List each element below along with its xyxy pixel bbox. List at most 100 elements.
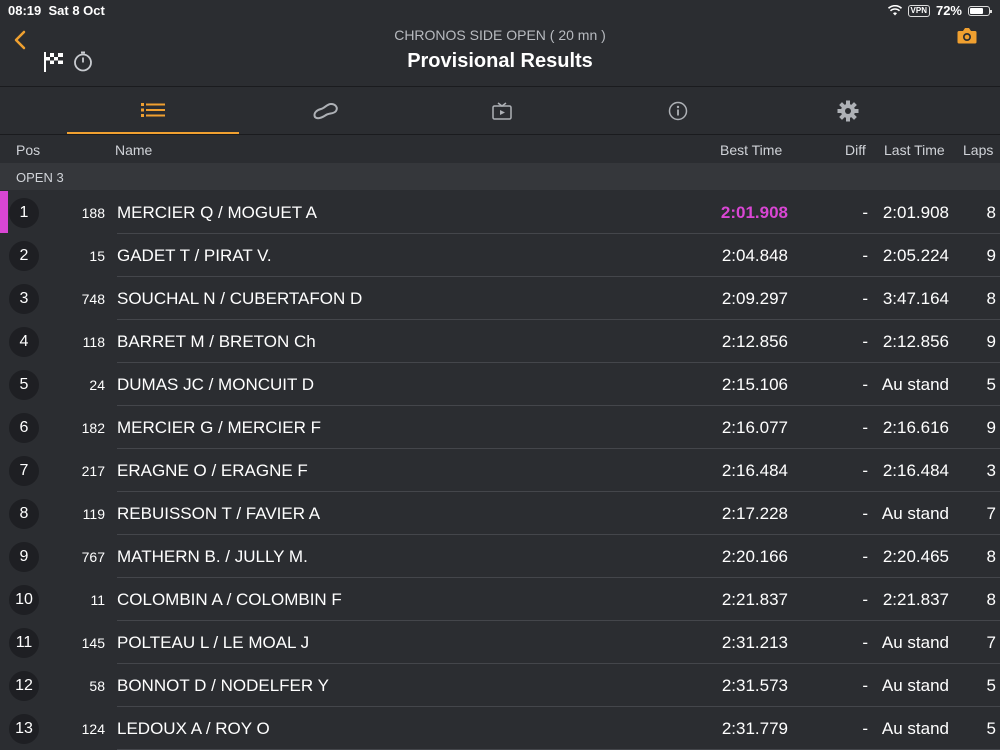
- position-badge: 2: [9, 241, 39, 271]
- column-headers: Pos Name Best Time Diff Last Time Laps: [0, 135, 1000, 163]
- vpn-badge: VPN: [907, 4, 930, 17]
- driver-names: MERCIER Q / MOGUET A: [117, 203, 317, 222]
- table-row[interactable]: 9 767 MATHERN B. / JULLY M. 2:20.166 -2:20.4…: [0, 535, 1000, 578]
- kart-number: 217: [81, 463, 105, 479]
- kart-number: 118: [82, 334, 105, 350]
- col-best-time: Best Time: [720, 142, 783, 158]
- laps: 8: [986, 590, 996, 609]
- group-label: OPEN 3: [16, 170, 64, 185]
- position-badge: 10: [9, 585, 39, 615]
- table-row[interactable]: 7 217 ERAGNE O / ERAGNE F 2:16.484-2:16.484…: [0, 449, 1000, 492]
- diff: -: [862, 633, 868, 652]
- results-list: 1 188 MERCIER Q / MOGUET A 2:01.908-2:01.90…: [0, 191, 1000, 750]
- last-time: 2:20.465: [882, 547, 949, 566]
- table-row[interactable]: 6 182 MERCIER G / MERCIER F 2:16.077 -2:16.6…: [0, 406, 1000, 449]
- last-time: Au stand: [881, 504, 949, 523]
- diff: -: [862, 590, 868, 609]
- group-header: OPEN 3: [0, 163, 1000, 190]
- diff: -: [862, 246, 868, 265]
- status-bar: 08:19 Sat 8 Oct VPN 72%: [0, 0, 1000, 20]
- table-row[interactable]: 10 11 COLOMBIN A / COLOMBIN F 2:21.837-2:21…: [0, 578, 1000, 621]
- position-badge: 4: [9, 327, 39, 357]
- status-time: 08:19: [8, 3, 42, 18]
- last-time: 3:47.164: [882, 289, 949, 308]
- tab-info[interactable]: [592, 87, 764, 134]
- list-icon: [141, 102, 165, 117]
- best-time: 2:16.484: [721, 461, 788, 480]
- laps: 8: [986, 547, 996, 566]
- diff: -: [862, 719, 868, 738]
- kart-number: 119: [82, 506, 105, 522]
- table-row[interactable]: 11 145 POLTEAU L / LE MOAL J 2:31.213 - Au st…: [0, 621, 1000, 664]
- position-badge: 5: [9, 370, 39, 400]
- diff: -: [862, 504, 868, 523]
- position-badge: 8: [9, 499, 39, 529]
- tab-track[interactable]: [240, 87, 412, 134]
- status-time-date: 08:19 Sat 8 Oct: [8, 3, 105, 18]
- position-badge: 3: [9, 284, 39, 314]
- laps: 8: [986, 203, 996, 222]
- driver-names: BARRET M / BRETON Ch: [117, 332, 316, 351]
- kart-number: 15: [89, 248, 105, 264]
- table-row[interactable]: 5 24 DUMAS JC / MONCUIT D 2:15.106 - Au stand…: [0, 363, 1000, 406]
- col-laps: Laps: [963, 142, 994, 158]
- best-time: 2:15.106: [721, 375, 788, 394]
- fastest-lap-marker: [0, 191, 8, 233]
- table-row[interactable]: 3 748 SOUCHAL N / CUBERTAFON D 2:09.297 -3:4…: [0, 277, 1000, 320]
- position-badge: 13: [9, 714, 39, 744]
- page-title: Provisional Results: [407, 50, 593, 72]
- driver-names: SOUCHAL N / CUBERTAFON D: [117, 289, 363, 308]
- laps: 3: [986, 461, 996, 480]
- tab-results-list[interactable]: [67, 87, 239, 134]
- table-row[interactable]: 8 119 REBUISSON T / FAVIER A 2:17.228 - Au st…: [0, 492, 1000, 535]
- last-time: 2:16.616: [882, 418, 949, 437]
- col-pos: Pos: [16, 142, 41, 158]
- diff: -: [862, 203, 868, 222]
- tab-tv[interactable]: [416, 87, 588, 134]
- position-badge: 6: [9, 413, 39, 443]
- laps: 9: [986, 332, 996, 351]
- tv-icon: [492, 101, 512, 120]
- table-row[interactable]: 2 15 GADET T / PIRAT V. 2:04.848 -2:05.224 9: [0, 234, 1000, 277]
- driver-names: DUMAS JC / MONCUIT D: [117, 375, 315, 394]
- table-row[interactable]: 4 118 BARRET M / BRETON Ch 2:12.856-2:12.85…: [0, 320, 1000, 363]
- laps: 7: [986, 504, 996, 523]
- best-time: 2:01.908: [720, 203, 788, 222]
- diff: -: [862, 461, 868, 480]
- laps: 5: [986, 676, 996, 695]
- driver-names: MATHERN B. / JULLY M.: [117, 547, 308, 566]
- kart-number: 182: [81, 420, 105, 436]
- col-diff: Diff: [845, 142, 866, 158]
- laps: 5: [986, 375, 996, 394]
- battery-icon: [968, 5, 992, 16]
- kart-number: 24: [89, 377, 105, 393]
- tab-settings[interactable]: [762, 87, 934, 134]
- laps: 5: [986, 719, 996, 738]
- last-time: Au stand: [881, 676, 949, 695]
- best-time: 2:17.228: [721, 504, 788, 523]
- last-time: 2:05.224: [882, 246, 949, 265]
- kart-number: 124: [81, 721, 105, 737]
- laps: 7: [986, 633, 996, 652]
- position-badge: 11: [9, 628, 39, 658]
- laps: 9: [986, 418, 996, 437]
- table-row[interactable]: 1 188 MERCIER Q / MOGUET A 2:01.908-2:01.90…: [0, 191, 1000, 234]
- battery-percent: 72%: [935, 3, 962, 18]
- wifi-icon: [887, 5, 902, 16]
- table-row[interactable]: 13 124 LEDOUX A / ROY O 2:31.779 - Au stand 5: [0, 707, 1000, 750]
- best-time: 2:09.297: [721, 289, 788, 308]
- best-time: 2:12.856: [721, 332, 788, 351]
- best-time: 2:31.213: [721, 633, 788, 652]
- best-time: 2:16.077: [721, 418, 788, 437]
- camera-icon[interactable]: [956, 26, 978, 46]
- header: CHRONOS SIDE OPEN ( 20 mn ) Provisional …: [0, 20, 1000, 87]
- table-row[interactable]: 12 58 BONNOT D / NODELFER Y 2:31.573 - Au sta…: [0, 664, 1000, 707]
- best-time: 2:04.848: [721, 246, 788, 265]
- driver-names: BONNOT D / NODELFER Y: [117, 676, 329, 695]
- diff: -: [862, 676, 868, 695]
- last-time: Au stand: [881, 375, 949, 394]
- driver-names: COLOMBIN A / COLOMBIN F: [117, 590, 342, 609]
- position-badge: 9: [9, 542, 39, 572]
- track-icon: [313, 102, 338, 119]
- last-time: 2:01.908: [882, 203, 949, 222]
